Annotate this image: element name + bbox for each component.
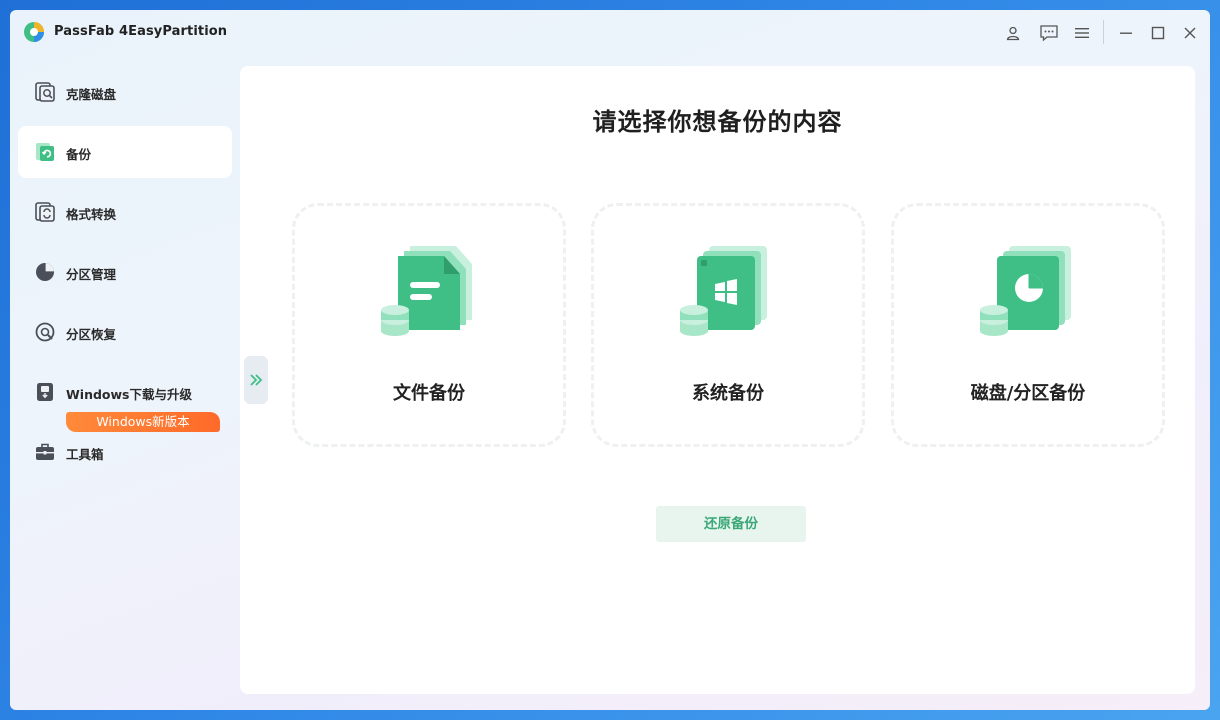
sidebar-item-partition-manage[interactable]: 分区管理 (18, 246, 232, 298)
sidebar-collapse-handle[interactable] (244, 356, 268, 404)
minimize-icon (1120, 32, 1132, 34)
backup-icon (36, 143, 54, 161)
page-title: 请选择你想备份的内容 (592, 108, 843, 136)
disk-partition-backup-label: 磁盘/分区备份 (970, 383, 1086, 404)
disk-partition-backup-card[interactable]: 磁盘/分区备份 (891, 203, 1165, 447)
sidebar-item-label: 分区恢复 (66, 327, 117, 342)
sidebar-item-label: Windows下载与升级 (66, 387, 192, 402)
title-bar: PassFab 4EasyPartition (10, 10, 1210, 56)
file-backup-icon (381, 246, 472, 336)
menu-icon (1075, 28, 1089, 38)
system-backup-icon (680, 246, 767, 336)
sidebar-item-partition-recovery[interactable]: 分区恢复 (18, 306, 232, 358)
menu-button[interactable] (1068, 19, 1096, 47)
file-backup-label: 文件备份 (393, 383, 465, 404)
sidebar-item-backup[interactable]: 备份 (18, 126, 232, 178)
partition-manage-icon (36, 263, 54, 281)
file-backup-card[interactable]: 文件备份 (292, 203, 566, 447)
sidebar-item-label: 工具箱 (66, 447, 104, 462)
app-logo-icon (24, 22, 44, 42)
feedback-button[interactable] (1035, 19, 1063, 47)
restore-backup-button[interactable]: 还原备份 (656, 506, 806, 542)
sidebar-item-label: 格式转换 (66, 207, 117, 222)
clone-disk-icon (35, 82, 55, 102)
app-title: PassFab 4EasyPartition (54, 24, 228, 39)
account-icon (1006, 26, 1020, 41)
double-chevron-right-icon (250, 374, 263, 386)
disk-partition-backup-icon (980, 246, 1071, 336)
sidebar-item-label: 分区管理 (66, 267, 117, 282)
system-backup-card[interactable]: 系统备份 (591, 203, 865, 447)
maximize-icon (1151, 26, 1165, 40)
sidebar-item-clone-disk[interactable]: 克隆磁盘 (18, 66, 232, 118)
minimize-button[interactable] (1112, 19, 1140, 47)
toolbox-icon (36, 443, 54, 460)
app-window: PassFab 4EasyPartition 克隆磁盘 备份 格式转换 分区管理… (10, 10, 1210, 710)
partition-recovery-icon (35, 322, 55, 342)
system-backup-label: 系统备份 (692, 383, 764, 404)
main-panel: 请选择你想备份的内容 文件备份 系统备份 磁盘/分区备份 还原备份 (240, 66, 1195, 694)
maximize-button[interactable] (1144, 19, 1172, 47)
close-button[interactable] (1176, 19, 1204, 47)
titlebar-divider (1103, 20, 1104, 44)
sidebar-item-label: 备份 (66, 147, 92, 162)
sidebar-item-toolbox[interactable]: 工具箱 (18, 426, 232, 478)
close-icon (1184, 27, 1196, 39)
sidebar-item-format-convert[interactable]: 格式转换 (18, 186, 232, 238)
format-convert-icon (35, 202, 55, 222)
sidebar-item-label: 克隆磁盘 (66, 87, 117, 102)
sidebar-item-windows-download[interactable]: Windows下载与升级 (18, 366, 232, 418)
account-button[interactable] (999, 19, 1027, 47)
feedback-icon (1040, 25, 1058, 42)
windows-download-icon (37, 383, 53, 401)
